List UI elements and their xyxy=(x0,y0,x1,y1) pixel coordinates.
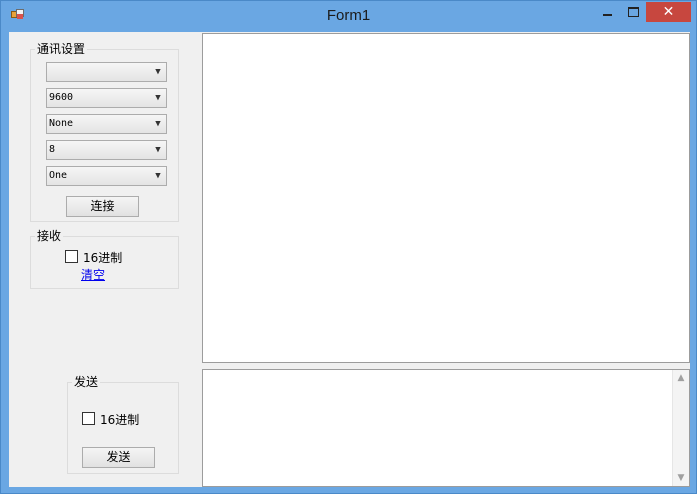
send-textbox[interactable]: ▲ ▼ xyxy=(202,369,690,487)
chevron-down-icon: ▼ xyxy=(155,67,161,77)
chevron-down-icon: ▼ xyxy=(155,171,161,181)
port-select[interactable]: ▼ xyxy=(46,62,167,82)
send-group: 发送 16进制 发送 xyxy=(67,374,179,474)
comm-settings-group: 通讯设置 ▼ 9600 ▼ None ▼ 8 ▼ One ▼ 连接 xyxy=(30,41,179,222)
chevron-down-icon: ▼ xyxy=(155,119,161,129)
send-hex-label: 16进制 xyxy=(100,413,140,427)
stop-bits-value: One xyxy=(49,170,68,181)
close-icon: ✕ xyxy=(662,4,675,20)
send-legend: 发送 xyxy=(72,374,101,390)
send-hex-checkbox[interactable]: 16进制 xyxy=(82,411,162,427)
stop-bits-select[interactable]: One ▼ xyxy=(46,166,167,186)
comm-settings-legend: 通讯设置 xyxy=(35,41,88,57)
receive-hex-label: 16进制 xyxy=(83,251,123,265)
maximize-button[interactable] xyxy=(621,2,645,22)
baud-rate-value: 9600 xyxy=(49,92,74,103)
parity-value: None xyxy=(49,118,74,129)
main-window: Form1 ✕ 通讯设置 ▼ 9600 ▼ None ▼ 8 ▼ One ▼ 连… xyxy=(0,0,697,494)
receive-group: 接收 16进制 清空 xyxy=(30,228,179,289)
close-button[interactable]: ✕ xyxy=(646,2,691,22)
clear-link[interactable]: 清空 xyxy=(81,266,105,283)
send-button[interactable]: 发送 xyxy=(82,447,155,468)
data-bits-select[interactable]: 8 ▼ xyxy=(46,140,167,160)
titlebar[interactable]: Form1 ✕ xyxy=(1,1,696,31)
send-textbox-scrollbar[interactable]: ▲ ▼ xyxy=(672,370,689,486)
receive-textbox[interactable] xyxy=(202,33,690,363)
scroll-down-icon[interactable]: ▼ xyxy=(673,470,689,486)
receive-legend: 接收 xyxy=(35,228,64,244)
connect-button[interactable]: 连接 xyxy=(66,196,139,217)
chevron-down-icon: ▼ xyxy=(155,145,161,155)
baud-rate-select[interactable]: 9600 ▼ xyxy=(46,88,167,108)
receive-hex-checkbox[interactable]: 16进制 xyxy=(65,249,145,265)
scroll-up-icon[interactable]: ▲ xyxy=(673,370,689,386)
checkbox-box[interactable] xyxy=(82,412,95,425)
checkbox-box[interactable] xyxy=(65,250,78,263)
minimize-button[interactable] xyxy=(595,2,619,22)
chevron-down-icon: ▼ xyxy=(155,93,161,103)
client-area: 通讯设置 ▼ 9600 ▼ None ▼ 8 ▼ One ▼ 连接 接收 16进… xyxy=(9,32,690,487)
window-title: Form1 xyxy=(326,7,371,24)
parity-select[interactable]: None ▼ xyxy=(46,114,167,134)
data-bits-value: 8 xyxy=(49,144,56,155)
